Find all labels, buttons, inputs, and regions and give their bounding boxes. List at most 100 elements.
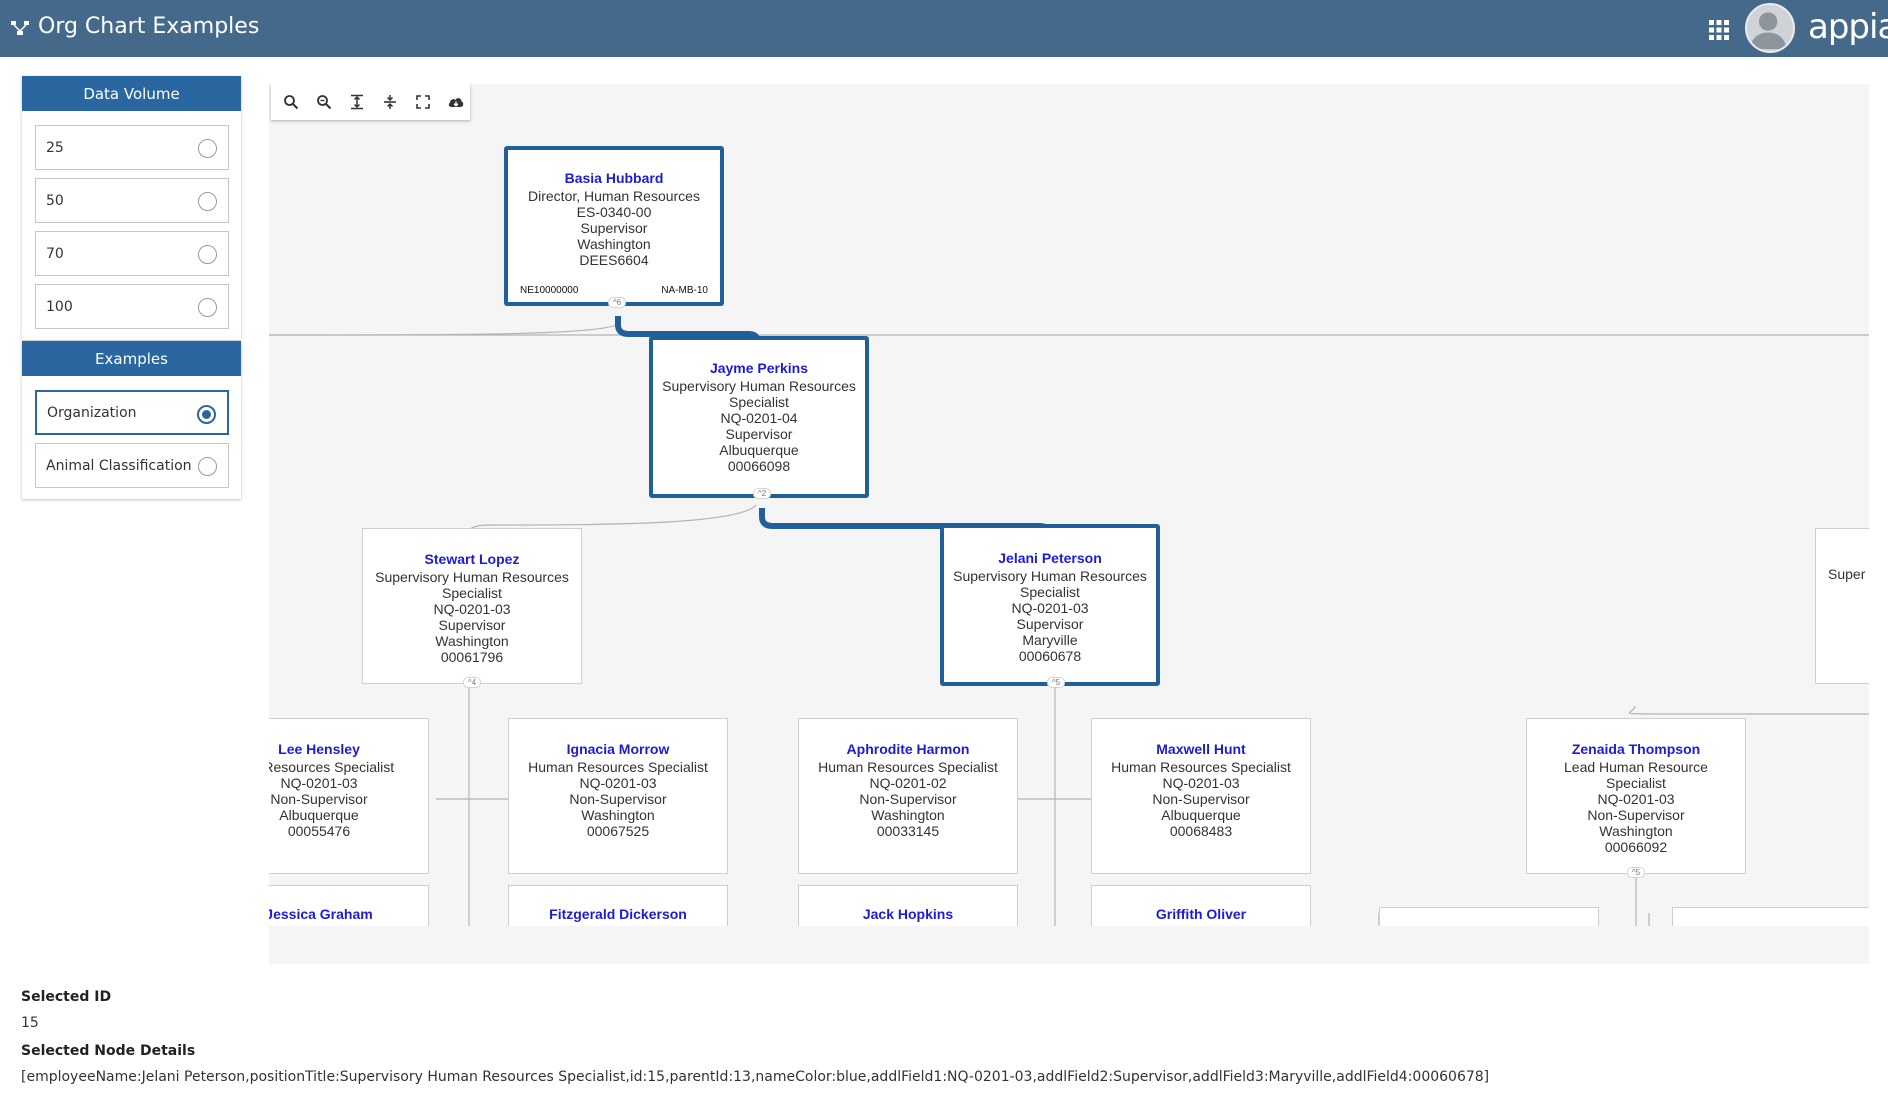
zoom-out-icon[interactable] — [313, 91, 335, 113]
node-expander[interactable]: ^4 — [463, 677, 481, 688]
grid-icon[interactable] — [1708, 19, 1730, 41]
node-employee-number: 00055476 — [287, 823, 351, 839]
data-volume-option-70[interactable]: 70 — [35, 231, 229, 276]
node-position-title: Human Resources Specialist — [528, 759, 708, 775]
chart-toolbar — [271, 84, 470, 120]
node-position-title: Human Resources Specialist — [1111, 759, 1291, 775]
org-node-ignacia-morrow[interactable]: Ignacia Morrow Human Resources Specialis… — [508, 718, 728, 874]
node-role-type: Supervisor — [1016, 616, 1084, 632]
org-node-partial-right[interactable]: Super — [1815, 528, 1869, 684]
node-position-title: Human Resources Specialist — [818, 759, 998, 775]
avatar[interactable] — [1745, 3, 1795, 53]
zoom-in-icon[interactable] — [280, 91, 302, 113]
node-employee-number: 00060678 — [1018, 648, 1082, 664]
node-position-title-2: Specialist — [1020, 584, 1080, 600]
node-name: Jelani Peterson — [998, 550, 1102, 566]
node-name: Jessica Graham — [269, 906, 373, 922]
node-location: Albuquerque — [719, 442, 799, 458]
node-role-type: Non-Supervisor — [569, 791, 667, 807]
node-grade: NQ-0201-03 — [1011, 600, 1089, 616]
node-name: Jayme Perkins — [709, 360, 809, 376]
radio-button[interactable] — [198, 457, 217, 476]
node-location: Washington — [577, 236, 651, 252]
node-name: Maxwell Hunt — [1156, 741, 1246, 757]
org-chart-icon — [11, 21, 29, 35]
node-employee-number: 00068483 — [1169, 823, 1233, 839]
fit-screen-icon[interactable] — [412, 91, 434, 113]
app-header: Org Chart Examples appian — [0, 0, 1888, 57]
cloud-download-icon[interactable] — [445, 91, 467, 113]
org-node-basia-hubbard[interactable]: Basia Hubbard Director, Human Resources … — [504, 146, 724, 306]
node-name: Ignacia Morrow — [566, 741, 670, 757]
data-volume-title: Data Volume — [22, 76, 241, 111]
node-location: Washington — [1599, 823, 1673, 839]
data-volume-option-25[interactable]: 25 — [35, 125, 229, 170]
radio-button[interactable] — [198, 245, 217, 264]
node-name: Lee Hensley — [278, 741, 360, 757]
collapse-vertical-icon[interactable] — [379, 91, 401, 113]
option-label: 25 — [46, 139, 64, 156]
radio-button[interactable] — [198, 139, 217, 158]
data-volume-option-50[interactable]: 50 — [35, 178, 229, 223]
org-node-aphrodite-harmon[interactable]: Aphrodite Harmon Human Resources Special… — [798, 718, 1018, 874]
selected-node-details-value: [employeeName:Jelani Peterson,positionTi… — [21, 1069, 1490, 1085]
node-position-title-2: Specialist — [1606, 775, 1666, 791]
node-position-title: Supervisory Human Resources — [662, 378, 856, 394]
examples-panel: Examples Organization Animal Classificat… — [22, 341, 241, 499]
radio-button[interactable] — [198, 192, 217, 211]
node-expander[interactable]: ^5 — [1047, 677, 1065, 688]
radio-button[interactable] — [198, 298, 217, 317]
radio-button-selected[interactable] — [197, 405, 216, 424]
data-volume-panel: Data Volume 25 50 70 100 — [22, 76, 241, 340]
selected-id-label: Selected ID — [21, 989, 112, 1005]
selected-node-details-label: Selected Node Details — [21, 1043, 196, 1059]
node-footer-left: NE10000000 — [520, 285, 579, 296]
option-label: 100 — [46, 298, 73, 315]
appian-logo: appian — [1808, 7, 1888, 47]
node-role-type: Non-Supervisor — [1587, 807, 1685, 823]
node-grade: NQ-0201-03 — [433, 601, 511, 617]
org-node-stewart-lopez[interactable]: Stewart Lopez Supervisory Human Resource… — [362, 528, 582, 684]
node-name: Griffith Oliver — [1155, 906, 1247, 922]
node-grade: NQ-0201-04 — [720, 410, 798, 426]
example-option-organization[interactable]: Organization — [35, 390, 229, 435]
node-location: Washington — [435, 633, 509, 649]
node-role-type: Non-Supervisor — [270, 791, 368, 807]
node-name: Fitzgerald Dickerson — [549, 906, 687, 922]
option-label: Animal Classification — [46, 457, 192, 474]
node-role-type: Supervisor — [580, 220, 648, 236]
node-employee-number: 00067525 — [586, 823, 650, 839]
node-footer-right: NA-MB-10 — [661, 285, 708, 296]
node-name: Stewart Lopez — [424, 551, 520, 567]
org-node-jayme-perkins[interactable]: Jayme Perkins Supervisory Human Resource… — [649, 336, 869, 498]
org-chart-canvas[interactable]: Basia Hubbard Director, Human Resources … — [269, 84, 1869, 964]
node-employee-number: DEES6604 — [579, 252, 649, 268]
node-location: Albuquerque — [1161, 807, 1241, 823]
node-expander[interactable]: ^2 — [753, 488, 771, 499]
node-position-title-2: Specialist — [442, 585, 502, 601]
org-node-lee-hensley[interactable]: Lee Hensley an Resources Specialist NQ-0… — [269, 718, 429, 874]
node-position-title: Lead Human Resource — [1564, 759, 1708, 775]
examples-title: Examples — [22, 341, 241, 376]
example-option-animal-classification[interactable]: Animal Classification — [35, 443, 229, 488]
node-position-title: Supervisory Human Resources — [953, 568, 1147, 584]
node-employee-number: 00066098 — [727, 458, 791, 474]
data-volume-option-100[interactable]: 100 — [35, 284, 229, 329]
node-expander[interactable]: ^6 — [608, 297, 626, 308]
node-role-type: Supervisor — [438, 617, 506, 633]
node-position-title: Supervisory Human Resources — [375, 569, 569, 585]
node-location: Maryville — [1022, 632, 1078, 648]
org-node-zenaida-thompson[interactable]: Zenaida Thompson Lead Human Resource Spe… — [1526, 718, 1746, 874]
node-grade: ES-0340-00 — [576, 204, 652, 220]
node-position-title-2: Specialist — [729, 394, 789, 410]
node-position-title: an Resources Specialist — [269, 759, 395, 775]
org-node-jelani-peterson[interactable]: Jelani Peterson Supervisory Human Resour… — [940, 524, 1160, 686]
node-grade: NQ-0201-03 — [1162, 775, 1240, 791]
canvas-bottom-area — [269, 926, 1869, 964]
expand-vertical-icon[interactable] — [346, 91, 368, 113]
page-title: Org Chart Examples — [38, 14, 260, 39]
node-position-title: Super — [1828, 566, 1866, 582]
org-node-maxwell-hunt[interactable]: Maxwell Hunt Human Resources Specialist … — [1091, 718, 1311, 874]
node-employee-number: 00066092 — [1604, 839, 1668, 855]
node-expander[interactable]: ^5 — [1627, 867, 1645, 878]
